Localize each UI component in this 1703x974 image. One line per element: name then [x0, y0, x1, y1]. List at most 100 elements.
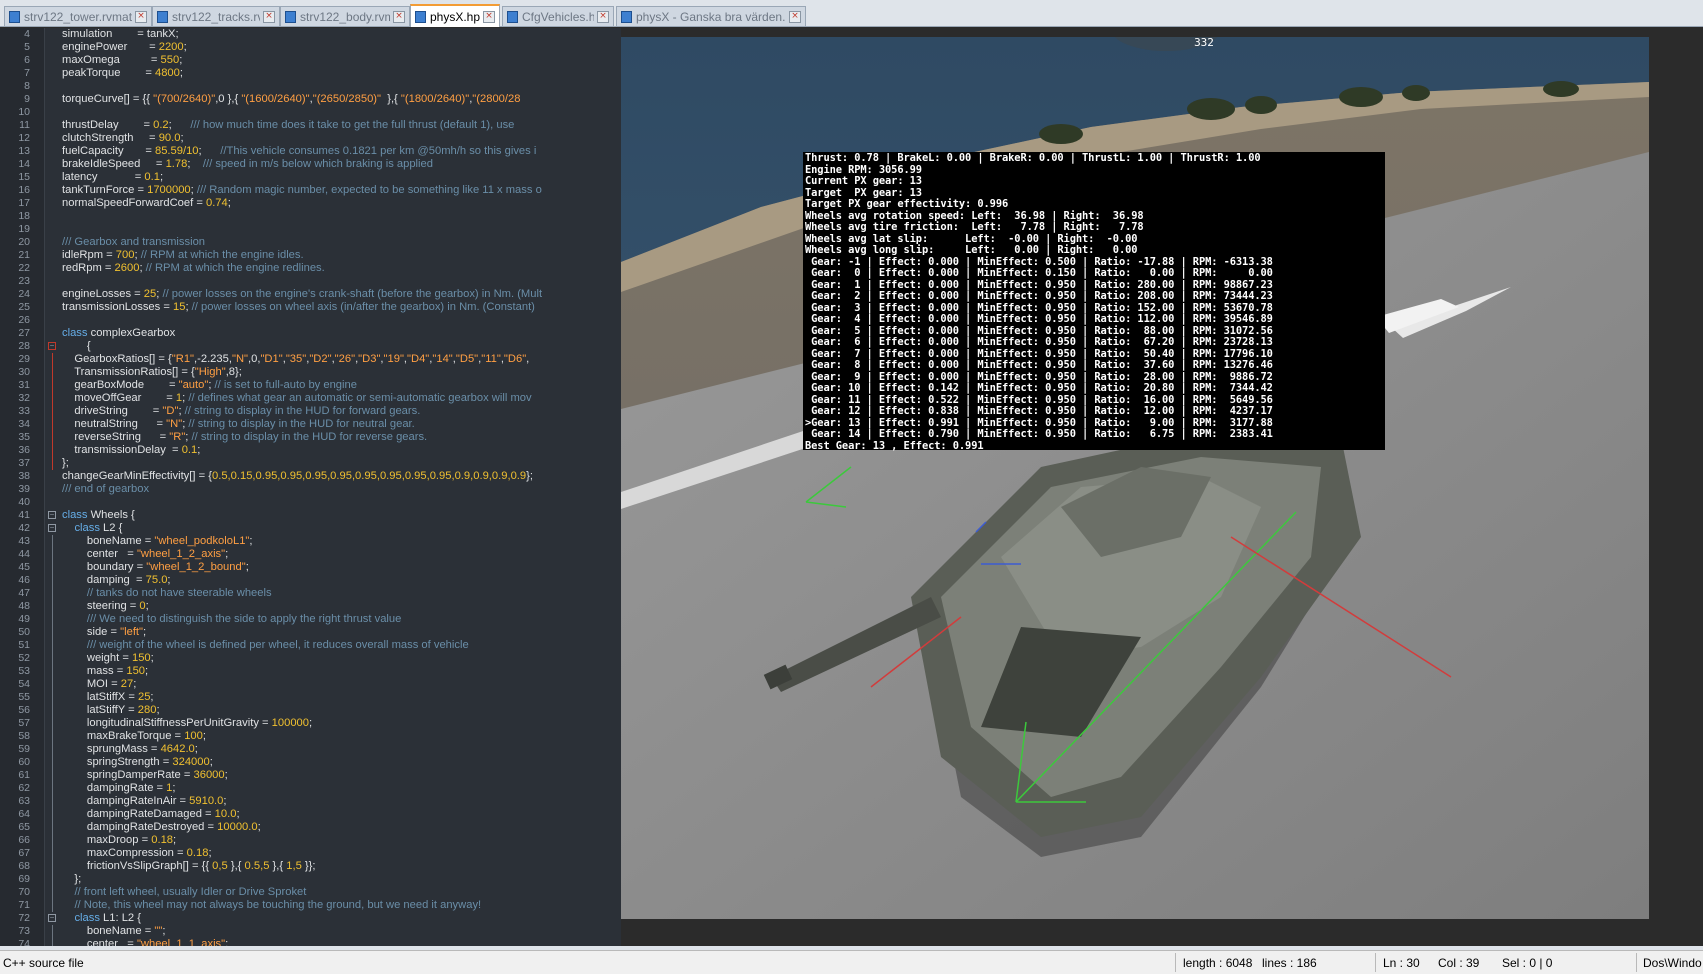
code-line[interactable]: 13 fuelCapacity = 85.59/10; //This vehicl…	[0, 145, 621, 158]
tab-physx-hpp[interactable]: physX.hpp×	[410, 4, 500, 27]
line-number: 53	[18, 665, 30, 677]
line-number: 59	[18, 743, 30, 755]
code-editor[interactable]: 4 simulation = tankX; 5 enginePower = 2200;…	[0, 28, 621, 946]
code-line[interactable]: 29 GearboxRatios[] = {"R1",-2.235,"N",0,…	[0, 353, 621, 366]
code-line[interactable]: 68 frictionVsSlipGraph[] = {{ 0,5 },{ 0.…	[0, 860, 621, 873]
code-token: {	[62, 340, 91, 352]
code-token: steering =	[62, 600, 140, 612]
code-line[interactable]: 9 torqueCurve[] = {{ "(700/2640)",0 },{ "…	[0, 93, 621, 106]
code-line[interactable]: 66 maxDroop = 0.18;	[0, 834, 621, 847]
fold-toggle-icon[interactable]: −	[48, 914, 56, 922]
code-line[interactable]: 6 maxOmega = 550;	[0, 54, 621, 67]
code-line[interactable]: 72 − class L1: L2 {	[0, 912, 621, 925]
code-line[interactable]: 35 reverseString = "R"; // string to dis…	[0, 431, 621, 444]
code-line[interactable]: 47 // tanks do not have steerable wheels	[0, 587, 621, 600]
code-line[interactable]: 23	[0, 275, 621, 288]
code-line[interactable]: 21 idleRpm = 700; // RPM at which the eng…	[0, 249, 621, 262]
code-line[interactable]: 48 steering = 0;	[0, 600, 621, 613]
code-line[interactable]: 7 peakTorque = 4800;	[0, 67, 621, 80]
tab-physx-ganska-bra-v-rden-hpp[interactable]: physX - Ganska bra värden.hpp×	[616, 6, 806, 26]
code-line[interactable]: 52 weight = 150;	[0, 652, 621, 665]
close-icon[interactable]: ×	[135, 10, 147, 23]
tab-strv122-tracks-rvmat[interactable]: strv122_tracks.rvmat×	[152, 6, 280, 26]
code-line[interactable]: 49 /// We need to distinguish the side t…	[0, 613, 621, 626]
tab-cfgvehicles-hpp[interactable]: CfgVehicles.hpp×	[502, 6, 614, 26]
code-line[interactable]: 41 − class Wheels {	[0, 509, 621, 522]
close-icon[interactable]: ×	[789, 10, 801, 23]
code-line[interactable]: 10	[0, 106, 621, 119]
fold-toggle-icon[interactable]: −	[48, 511, 56, 519]
code-line[interactable]: 22 redRpm = 2600; // RPM at which the eng…	[0, 262, 621, 275]
code-line[interactable]: 40	[0, 496, 621, 509]
close-icon[interactable]: ×	[393, 10, 405, 23]
code-line[interactable]: 30 TransmissionRatios[] = {"High",8};	[0, 366, 621, 379]
code-line[interactable]: 20 /// Gearbox and transmission	[0, 236, 621, 249]
tab-strv122-body-rvmat[interactable]: strv122_body.rvmat×	[280, 6, 410, 26]
code-line[interactable]: 24 engineLosses = 25; // power losses on …	[0, 288, 621, 301]
code-line[interactable]: 8	[0, 80, 621, 93]
code-line[interactable]: 42 − class L2 {	[0, 522, 621, 535]
code-line[interactable]: 55 latStiffX = 25;	[0, 691, 621, 704]
close-icon[interactable]: ×	[263, 10, 275, 23]
line-number: 42	[18, 522, 30, 534]
code-line[interactable]: 59 sprungMass = 4642.0;	[0, 743, 621, 756]
code-line[interactable]: 4 simulation = tankX;	[0, 28, 621, 41]
code-line[interactable]: 15 latency = 0.1;	[0, 171, 621, 184]
code-token: clutchStrength =	[62, 132, 159, 144]
code-line[interactable]: 46 damping = 75.0;	[0, 574, 621, 587]
code-line[interactable]: 74 center = "wheel_1_1_axis";	[0, 938, 621, 946]
code-line[interactable]: 69 };	[0, 873, 621, 886]
close-icon[interactable]: ×	[483, 10, 495, 23]
code-line[interactable]: 11 thrustDelay = 0.2; /// how much time d…	[0, 119, 621, 132]
code-line[interactable]: 62 dampingRate = 1;	[0, 782, 621, 795]
code-line[interactable]: 71 // Note, this wheel may not always be…	[0, 899, 621, 912]
code-line[interactable]: 16 tankTurnForce = 1700000; /// Random ma…	[0, 184, 621, 197]
close-icon[interactable]: ×	[597, 10, 609, 23]
code-line[interactable]: 64 dampingRateDamaged = 10.0;	[0, 808, 621, 821]
code-line[interactable]: 65 dampingRateDestroyed = 10000.0;	[0, 821, 621, 834]
code-line[interactable]: 33 driveString = "D"; // string to displ…	[0, 405, 621, 418]
code-line[interactable]: 37};	[0, 457, 621, 470]
fold-toggle-icon[interactable]: −	[48, 342, 56, 350]
code-line[interactable]: 45 boundary = "wheel_1_2_bound";	[0, 561, 621, 574]
code-line[interactable]: 57 longitudinalStiffnessPerUnitGravity =…	[0, 717, 621, 730]
code-token: Wheels {	[90, 509, 135, 521]
code-lines[interactable]: 4 simulation = tankX; 5 enginePower = 2200;…	[0, 28, 621, 946]
code-line[interactable]: 53 mass = 150;	[0, 665, 621, 678]
code-token: 0.18	[186, 847, 209, 859]
code-line[interactable]: 18	[0, 210, 621, 223]
code-line[interactable]: 17 normalSpeedForwardCoef = 0.74;	[0, 197, 621, 210]
code-line[interactable]: 25 transmissionLosses = 15; // power loss…	[0, 301, 621, 314]
code-line[interactable]: 44 center = "wheel_1_2_axis";	[0, 548, 621, 561]
code-line[interactable]: 12 clutchStrength = 90.0;	[0, 132, 621, 145]
code-line[interactable]: 27 class complexGearbox	[0, 327, 621, 340]
fold-toggle-icon[interactable]: −	[48, 524, 56, 532]
fold-guide	[52, 613, 53, 626]
code-line[interactable]: 54 MOI = 27;	[0, 678, 621, 691]
code-line[interactable]: 60 springStrength = 324000;	[0, 756, 621, 769]
tab-strv122-tower-rvmat[interactable]: strv122_tower.rvmat ×	[4, 6, 152, 26]
code-line[interactable]: 14 brakeIdleSpeed = 1.78; /// speed in m/…	[0, 158, 621, 171]
code-line[interactable]: 63 dampingRateInAir = 5910.0;	[0, 795, 621, 808]
fold-guide	[52, 457, 53, 470]
code-line[interactable]: 39 /// end of gearbox	[0, 483, 621, 496]
code-line[interactable]: 5 enginePower = 2200;	[0, 41, 621, 54]
code-line[interactable]: 28 − {	[0, 340, 621, 353]
code-line[interactable]: 34 neutralString = "N"; // string to dis…	[0, 418, 621, 431]
code-line[interactable]: 43 boneName = "wheel_podkoloL1";	[0, 535, 621, 548]
code-line[interactable]: 38 changeGearMinEffectivity[] = {0.5,0.15…	[0, 470, 621, 483]
code-line[interactable]: 19	[0, 223, 621, 236]
code-line[interactable]: 73 boneName = "";	[0, 925, 621, 938]
code-line[interactable]: 51 /// weight of the wheel is defined pe…	[0, 639, 621, 652]
code-line[interactable]: 32 moveOffGear = 1; // defines what gear…	[0, 392, 621, 405]
code-line[interactable]: 26	[0, 314, 621, 327]
code-line[interactable]: 31 gearBoxMode = "auto"; // is set to fu…	[0, 379, 621, 392]
code-line[interactable]: 50 side = "left";	[0, 626, 621, 639]
code-line[interactable]: 56 latStiffY = 280;	[0, 704, 621, 717]
code-line[interactable]: 67 maxCompression = 0.18;	[0, 847, 621, 860]
code-line[interactable]: 61 springDamperRate = 36000;	[0, 769, 621, 782]
code-line[interactable]: 36 transmissionDelay = 0.1;	[0, 444, 621, 457]
code-line[interactable]: 58 maxBrakeTorque = 100;	[0, 730, 621, 743]
code-token: center =	[62, 938, 137, 946]
code-line[interactable]: 70 // front left wheel, usually Idler or…	[0, 886, 621, 899]
